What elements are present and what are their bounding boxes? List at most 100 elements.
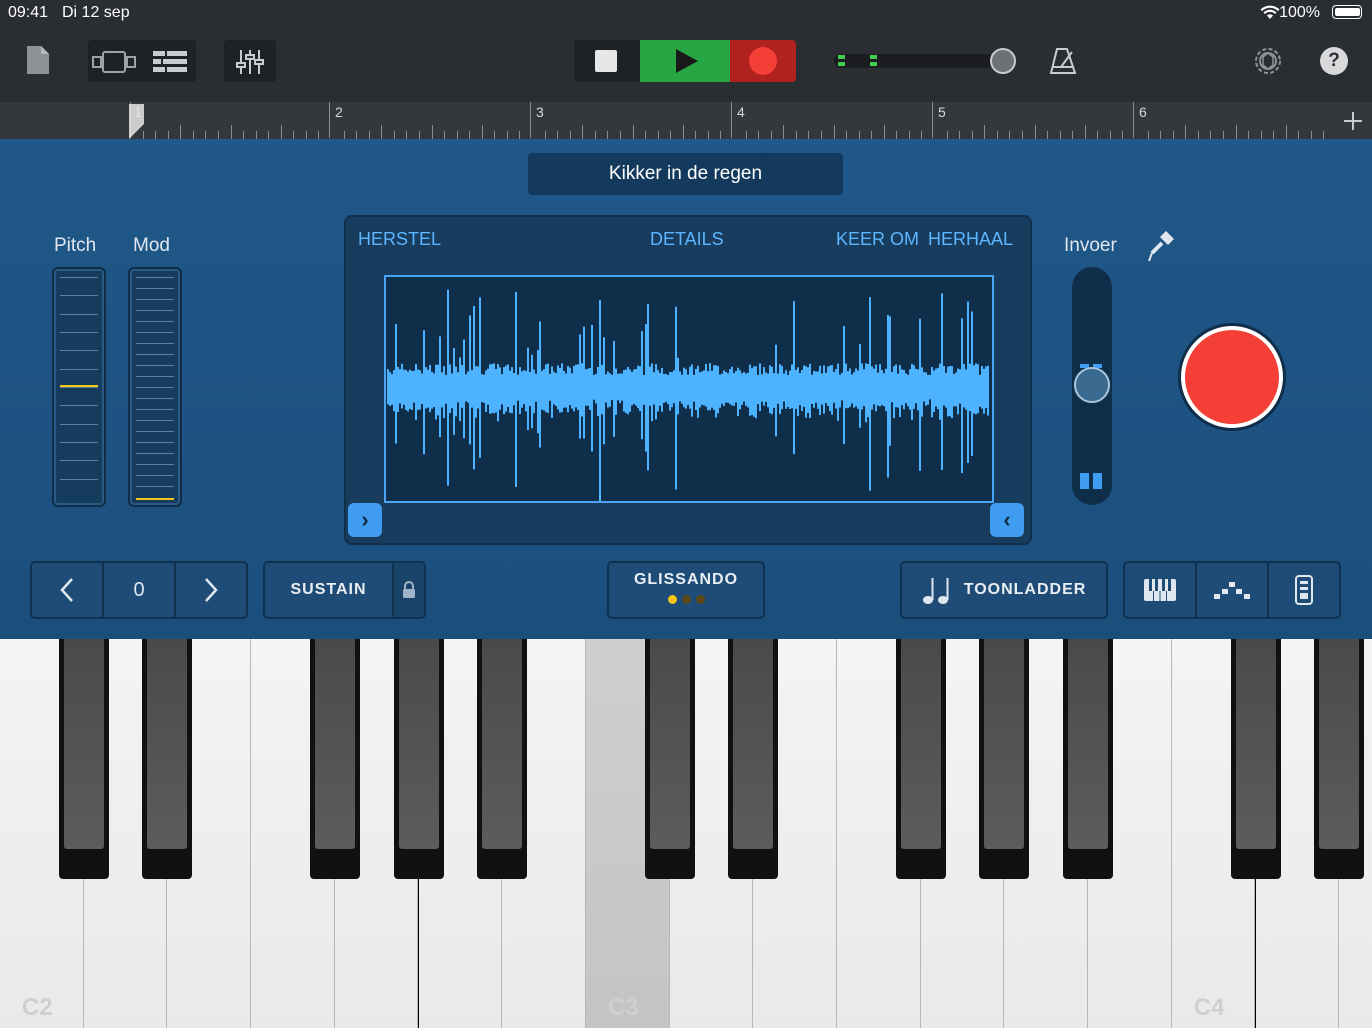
octave-value-text: 0 [133, 578, 145, 601]
wheel-ridge [136, 321, 174, 322]
wheel-ridge [136, 486, 174, 487]
black-key[interactable] [1230, 639, 1281, 879]
sound-settings-button[interactable] [1267, 561, 1341, 619]
wheel-ridge [60, 423, 98, 425]
details-link[interactable]: DETAILS [650, 229, 724, 250]
master-volume-slider[interactable] [834, 52, 994, 70]
octave-up-button[interactable] [174, 561, 248, 619]
black-key[interactable] [895, 639, 946, 879]
black-key[interactable] [142, 639, 193, 879]
ruler-tick [167, 131, 169, 139]
ruler-tick [1197, 131, 1199, 139]
glissando-button[interactable]: GLISSANDO [607, 561, 765, 619]
bar-line [530, 102, 531, 138]
play-button[interactable] [640, 40, 730, 82]
key-label: C3 [607, 994, 639, 1021]
keyboard-mode-button[interactable] [1123, 561, 1197, 619]
ruler-tick [481, 125, 483, 139]
status-date: Di 12 sep [62, 4, 130, 21]
trim-start-handle[interactable]: › [348, 503, 382, 537]
timeline-ruler[interactable]: 1 2 3 4 5 6 [0, 102, 1372, 140]
ruler-tick [192, 131, 194, 139]
black-key-face [482, 639, 523, 849]
ruler-tick [356, 131, 358, 139]
ruler-tick [1109, 131, 1111, 139]
ruler-tick [343, 131, 345, 139]
ruler-tick [657, 131, 659, 139]
sample-record-button[interactable] [1181, 326, 1283, 428]
wheel-ridge [136, 464, 174, 465]
reverse-link[interactable]: KEER OM [836, 229, 919, 250]
mod-wheel[interactable] [128, 267, 182, 507]
black-key[interactable] [644, 639, 695, 879]
mixer-button[interactable] [224, 40, 276, 82]
black-key-face [649, 639, 690, 849]
wheel-ridge [60, 295, 98, 297]
ruler-tick [155, 131, 157, 139]
settings-icon[interactable] [1252, 45, 1284, 77]
black-key[interactable] [309, 639, 360, 879]
document-icon[interactable] [25, 44, 51, 76]
stop-button[interactable] [574, 40, 640, 82]
sustain-lock-button[interactable] [392, 561, 426, 619]
ruler-tick [469, 131, 471, 139]
keyboard-icon [1144, 579, 1176, 601]
ruler-tick [670, 131, 672, 139]
sustain-label: SUSTAIN [290, 581, 367, 598]
bar-line [932, 102, 933, 138]
input-jack-icon[interactable] [1146, 229, 1176, 263]
glissando-mode-indicator [667, 594, 705, 604]
black-key[interactable] [477, 639, 528, 879]
reset-link[interactable]: HERSTEL [358, 229, 441, 250]
ruler-tick [1185, 125, 1187, 139]
ruler-tick [1034, 125, 1036, 139]
metronome-icon[interactable] [1048, 46, 1078, 76]
black-key[interactable] [393, 639, 444, 879]
ruler-tick [268, 131, 270, 139]
trim-end-handle[interactable]: ‹ [990, 503, 1024, 537]
list-view-icon[interactable] [153, 50, 187, 74]
wheel-ridge [136, 343, 174, 344]
black-key-face [398, 639, 439, 849]
black-key[interactable] [1314, 639, 1365, 879]
input-level-knob[interactable] [1074, 367, 1110, 403]
black-key[interactable] [728, 639, 779, 879]
playhead-icon[interactable] [128, 104, 146, 140]
arpeggiator-button[interactable] [1195, 561, 1269, 619]
sustain-button[interactable]: SUSTAIN [263, 561, 394, 619]
ruler-tick [758, 131, 760, 139]
ruler-tick [808, 131, 810, 139]
input-meter-segment [1093, 473, 1102, 489]
add-section-icon[interactable] [1342, 110, 1364, 132]
bar-line [1133, 102, 1134, 138]
black-key[interactable] [979, 639, 1030, 879]
ruler-tick [293, 131, 295, 139]
wheel-ridge [136, 310, 174, 311]
instrument-title[interactable]: Kikker in de regen [528, 153, 843, 195]
wheel-ridge [60, 442, 98, 443]
repeat-link[interactable]: HERHAAL [928, 229, 1013, 250]
black-key-face [1235, 639, 1276, 849]
help-icon[interactable]: ? [1320, 47, 1348, 75]
record-button[interactable] [730, 40, 796, 82]
black-key[interactable] [1063, 639, 1114, 879]
black-key[interactable] [58, 639, 109, 879]
pitch-wheel[interactable] [52, 267, 106, 507]
pitch-wheel-center-marker [60, 385, 98, 387]
ruler-tick [707, 131, 709, 139]
bar-line [731, 102, 732, 138]
waveform-display[interactable] [384, 275, 994, 505]
wheel-ridge [60, 350, 98, 352]
ruler-tick [393, 131, 395, 139]
track-view-icon[interactable] [91, 49, 137, 75]
ruler-tick [381, 125, 383, 139]
scale-button[interactable]: TOONLADDER [900, 561, 1108, 619]
wheel-ridge [136, 332, 174, 333]
ruler-tick [1298, 131, 1300, 139]
ruler-tick [1009, 131, 1011, 139]
ruler-tick [1122, 131, 1124, 139]
ruler-tick [846, 131, 848, 139]
master-volume-knob[interactable] [990, 48, 1016, 74]
octave-down-button[interactable] [30, 561, 104, 619]
arpeggio-icon [1214, 582, 1250, 599]
